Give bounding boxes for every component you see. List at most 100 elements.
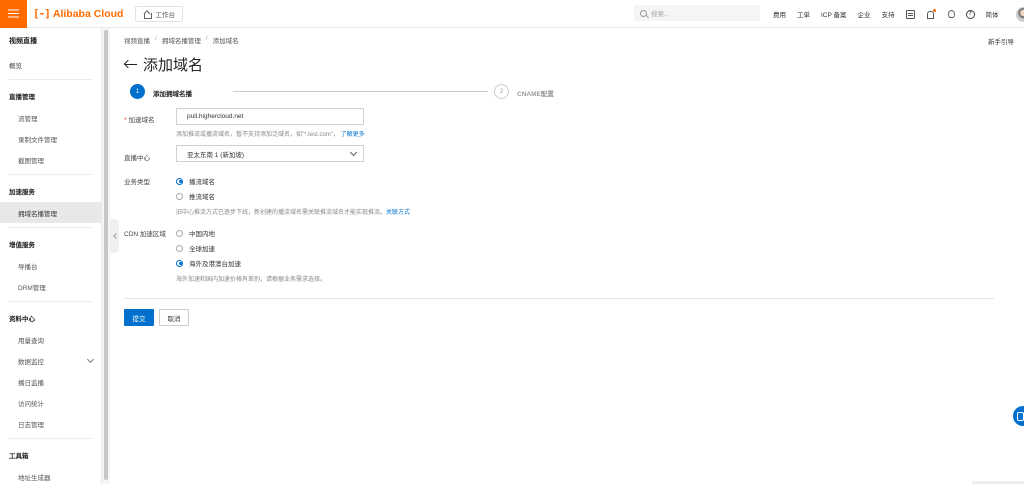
sidebar-item-drm[interactable]: DRM管理 (0, 276, 101, 297)
type-option-push[interactable]: 推流域名 (176, 191, 215, 201)
association-method-link[interactable]: 关联方式 (386, 210, 410, 216)
radio-label: 全球加速 (189, 246, 215, 253)
nav-icp[interactable]: ICP 备案 (821, 9, 847, 19)
sidebar-item-recording-files[interactable]: 录制文件管理 (0, 128, 101, 149)
breadcrumb-separator: / (155, 35, 157, 42)
radio-unchecked[interactable] (176, 244, 183, 252)
workbench-label: 工作台 (155, 11, 175, 19)
sidebar-section-value-added: 增值服务 (9, 241, 35, 249)
menu-toggle-button[interactable] (0, 0, 27, 28)
domain-help-text: 添加推流或播流域名，暂不支持添加泛域名，如"*.test.com"， (176, 132, 339, 138)
sidebar-item-overview[interactable]: 概览 (0, 54, 101, 75)
sidebar-item-logs[interactable]: 日志管理 (0, 413, 101, 434)
breadcrumb-item[interactable]: 拥域名播管理 (162, 35, 201, 45)
sidebar-item-stream-management[interactable]: 流管理 (0, 107, 101, 128)
sidebar-item-monitoring[interactable]: 数据监控 (0, 350, 101, 371)
sidebar-item-production-studio[interactable]: 导播台 (0, 255, 101, 276)
avatar[interactable] (1015, 6, 1024, 22)
cdn-option-global[interactable]: 全球加速 (176, 243, 215, 253)
region-select-value: 亚太东南 1 (新加坡) (187, 151, 245, 159)
sidebar-item-snapshots[interactable]: 截图管理 (0, 149, 101, 170)
step-1-label: 添加拥域名播 (153, 91, 192, 98)
learn-more-link[interactable]: 了解更多 (341, 132, 365, 138)
sidebar-item-label: 日志管理 (18, 421, 44, 429)
top-nav: 费用 工单 ICP 备案 企业 支持 ? 简体 (773, 0, 1024, 28)
sidebar-item-label: 数据监控 (18, 358, 44, 366)
type-option-play[interactable]: 播流域名 (176, 176, 215, 186)
submit-button[interactable]: 提交 (124, 309, 154, 326)
region-select[interactable]: 亚太东南 1 (新加坡) (176, 145, 364, 162)
step-connector (233, 91, 488, 92)
top-bar: [-] Alibaba Cloud 工作台 搜索... 费用 工单 ICP 备案… (0, 0, 1024, 28)
chevron-down-icon (349, 148, 358, 157)
radio-unchecked[interactable] (176, 229, 183, 237)
nav-billing[interactable]: 费用 (773, 9, 786, 19)
cdn-option-mainland[interactable]: 中国内地 (176, 228, 215, 238)
radio-checked[interactable] (176, 259, 183, 267)
sidebar-item-usage[interactable]: 用量查询 (0, 329, 101, 350)
chevron-down-icon (86, 355, 95, 363)
steps: 1 添加拥域名播 2 CNAME配置 (130, 84, 560, 100)
sidebar-section-acceleration: 加速服务 (9, 188, 35, 196)
sidebar-item-domain-management[interactable]: 拥域名播管理 (0, 202, 101, 223)
breadcrumb: 视频直播 / 拥域名播管理 / 添加域名 (124, 35, 239, 45)
cdn-help: 海外加速和国内加速价格有差别，请根据业务需求选择。 (176, 277, 327, 283)
page-title: 添加域名 (143, 57, 204, 74)
sidebar-divider (9, 301, 92, 302)
page-header: 添加域名 (124, 54, 203, 75)
workbench-button[interactable]: 工作台 (135, 5, 183, 22)
step-2-number: 2 (494, 84, 509, 99)
nav-tickets[interactable]: 工单 (797, 9, 810, 19)
sidebar-item-url-generator[interactable]: 地址生成器 (0, 466, 101, 484)
radio-label: 中国内地 (189, 231, 215, 238)
sidebar-section-data-center: 资料中心 (9, 315, 35, 323)
sidebar-item-playback-monitor[interactable]: 播日监播 (0, 371, 101, 392)
chat-float-button[interactable] (1013, 406, 1024, 426)
cdn-region-label: CDN 加速区域 (124, 231, 166, 238)
radio-unchecked[interactable] (176, 192, 183, 200)
help-icon[interactable]: ? (965, 9, 975, 19)
alibaba-cloud-logo-icon: [-] (33, 7, 51, 20)
radio-label: 推流域名 (189, 194, 215, 201)
sidebar-divider (9, 79, 92, 80)
home-icon (143, 10, 153, 19)
back-arrow-icon[interactable] (124, 60, 137, 70)
search-icon (640, 9, 647, 17)
sidebar-item-label: 播日监播 (18, 379, 44, 387)
sidebar-scrollbar-thumb[interactable] (104, 30, 108, 480)
sidebar-title: 视频直播 (9, 38, 37, 45)
domain-input[interactable]: pull.highercloud.net (176, 108, 364, 125)
search-placeholder: 搜索... (651, 11, 670, 18)
domain-label: * 加速域名 (124, 114, 155, 124)
nav-enterprise[interactable]: 企业 (858, 9, 871, 19)
message-icon[interactable] (905, 9, 915, 19)
sidebar-item-label: 用量查询 (18, 337, 44, 345)
bell-icon[interactable] (926, 8, 936, 19)
bulb-icon[interactable] (946, 9, 955, 19)
hamburger-icon (8, 12, 19, 15)
required-mark: * (124, 117, 127, 124)
business-type-label: 业务类型 (124, 179, 150, 186)
cancel-button[interactable]: 取消 (159, 309, 189, 326)
nav-support[interactable]: 支持 (882, 9, 895, 19)
form-divider (124, 298, 994, 299)
newbie-guide-link[interactable]: 新手引导 (988, 36, 1014, 46)
search-input[interactable]: 搜索... (634, 5, 760, 21)
sidebar-section-toolbox: 工具箱 (9, 452, 29, 460)
logo-text: Alibaba Cloud (52, 7, 124, 20)
sidebar-item-label: 录制文件管理 (18, 136, 57, 144)
sidebar-item-label: 地址生成器 (18, 474, 51, 482)
breadcrumb-item[interactable]: 视频直播 (124, 35, 150, 45)
sidebar-item-label: DRM管理 (18, 284, 46, 292)
sidebar-collapse-button[interactable] (110, 219, 119, 253)
cdn-option-overseas[interactable]: 海外及港澳台加速 (176, 258, 241, 268)
sidebar-item-label: 截图管理 (18, 157, 44, 165)
logo[interactable]: [-] Alibaba Cloud (33, 0, 123, 28)
sidebar-item-label: 拥域名播管理 (18, 210, 57, 218)
sidebar-divider (9, 174, 92, 175)
language-switch[interactable]: 简体 (986, 9, 999, 19)
sidebar-divider (9, 438, 92, 439)
radio-checked[interactable] (176, 177, 183, 185)
sidebar-item-access-stats[interactable]: 访问统计 (0, 392, 101, 413)
breadcrumb-current: 添加域名 (212, 38, 239, 45)
